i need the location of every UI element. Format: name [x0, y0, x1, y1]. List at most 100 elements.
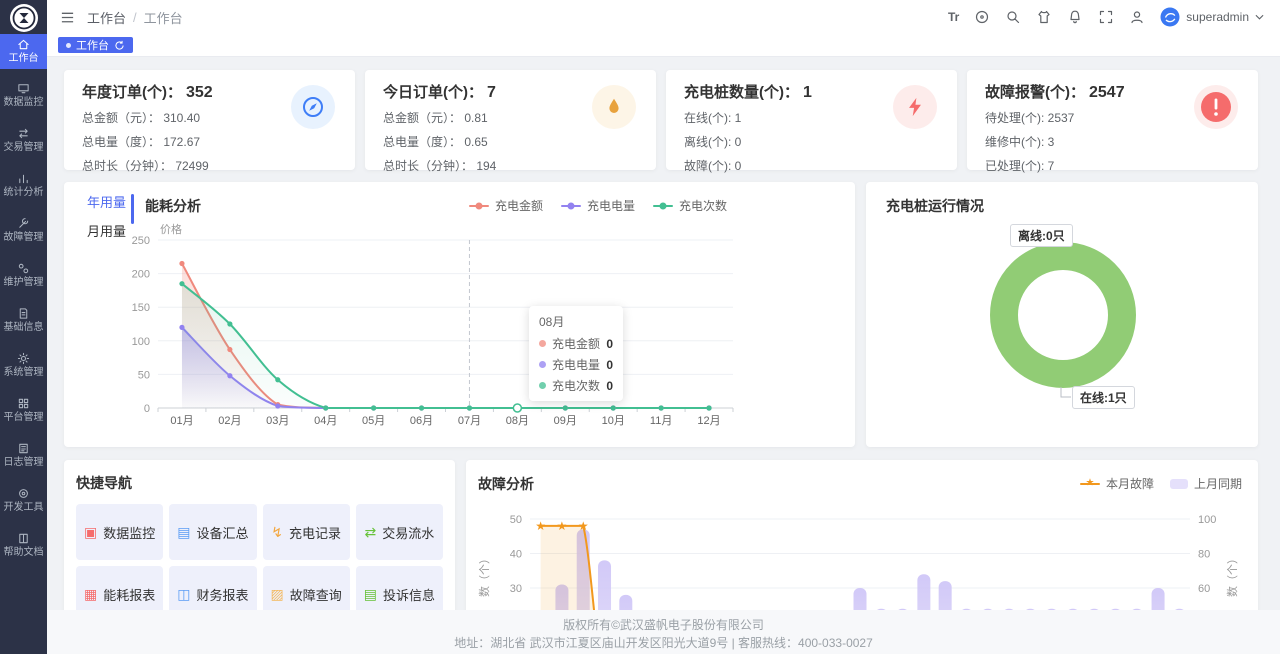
svg-text:数（个）: 数（个）	[1226, 553, 1239, 597]
tooltip-title: 08月	[539, 313, 613, 330]
sidebar: 工作台数据监控交易管理统计分析故障管理维护管理基础信息系统管理平台管理日志管理开…	[0, 0, 47, 654]
breadcrumb-item[interactable]: 工作台	[87, 8, 126, 27]
tooltip-row: 充电次数0	[539, 377, 613, 394]
sidebar-item-label: 平台管理	[4, 412, 44, 423]
breadcrumb-separator: /	[133, 10, 137, 25]
font-size-icon[interactable]: Tr	[948, 10, 959, 24]
stat-card-value: 2547	[1089, 84, 1125, 101]
quick-nav-data-monitor[interactable]: ▣ 数据监控	[76, 504, 163, 560]
legend-item[interactable]: 充电电量	[561, 197, 635, 214]
bolt-icon	[893, 85, 937, 129]
stat-card-row: 维修中(个): 3	[985, 133, 1240, 150]
sidebar-item-fault-mgmt[interactable]: 故障管理	[0, 212, 47, 249]
sidebar-item-maintenance-mgmt[interactable]: 维护管理	[0, 257, 47, 294]
stat-cards-row: 年度订单(个)：352总金额（元）： 310.40总电量（度）： 172.67总…	[64, 70, 1258, 170]
quick-nav-label: 数据监控	[103, 523, 155, 542]
chart-tooltip: 08月 充电金额0充电电量0充电次数0	[529, 306, 623, 401]
svg-text:05月: 05月	[362, 415, 385, 427]
sidebar-item-label: 基础信息	[4, 322, 44, 333]
svg-text:60: 60	[1198, 583, 1210, 595]
monitor-icon	[17, 82, 30, 95]
stat-card-value: 7	[487, 84, 496, 101]
svg-text:50: 50	[138, 369, 150, 381]
sidebar-item-label: 开发工具	[4, 502, 44, 513]
app-logo-icon	[9, 3, 39, 33]
sidebar-item-workbench[interactable]: 工作台	[0, 34, 47, 69]
quick-nav-device-summary[interactable]: ▤设备汇总	[169, 504, 256, 560]
svg-text:80: 80	[1198, 549, 1210, 561]
sidebar-item-label: 交易管理	[4, 142, 44, 153]
home-icon	[17, 38, 30, 51]
quick-nav-label: 故障查询	[290, 585, 342, 604]
quick-nav-trade-flow[interactable]: ⇄交易流水	[356, 504, 443, 560]
charge-records-icon: ↯	[271, 525, 283, 539]
sidebar-item-platform-mgmt[interactable]: 平台管理	[0, 392, 47, 429]
sidebar-item-label: 工作台	[9, 53, 39, 64]
menu-collapse-icon[interactable]	[60, 10, 75, 25]
compass-icon	[291, 85, 335, 129]
sidebar-item-stats-analysis[interactable]: 统计分析	[0, 167, 47, 204]
legend-item[interactable]: 充电次数	[653, 197, 727, 214]
sidebar-item-help-docs[interactable]: 帮助文档	[0, 527, 47, 564]
user-menu[interactable]: superadmin	[1160, 7, 1264, 27]
quick-nav-charge-records[interactable]: ↯ 充电记录	[263, 504, 350, 560]
quick-nav-label: 交易流水	[382, 523, 434, 542]
record-icon[interactable]	[974, 9, 990, 25]
data-monitor-icon: ▣	[84, 525, 97, 539]
quick-nav-label: 设备汇总	[196, 523, 248, 542]
tab-workbench[interactable]: 工作台	[58, 37, 133, 53]
sidebar-item-log-mgmt[interactable]: 日志管理	[0, 437, 47, 474]
sidebar-item-basic-info[interactable]: 基础信息	[0, 302, 47, 339]
alert-icon	[1194, 85, 1238, 129]
energy-analysis-card: 年用量月用量 能耗分析 充电金额充电电量充电次数 050100150200250…	[64, 182, 855, 447]
legend-item[interactable]: 充电金额	[469, 197, 543, 214]
fullscreen-icon[interactable]	[1098, 9, 1114, 25]
stat-card-value: 1	[803, 84, 812, 101]
tab-refresh-icon[interactable]	[114, 40, 125, 51]
energy-legend: 充电金额 充电电量 充电次数	[469, 197, 727, 214]
sidebar-item-system-mgmt[interactable]: 系统管理	[0, 347, 47, 384]
user-icon[interactable]	[1129, 9, 1145, 25]
copyright-line: 版权所有©武汉盛帆电子股份有限公司	[47, 616, 1280, 634]
svg-text:★: ★	[578, 519, 589, 533]
quick-nav-label: 投诉信息	[383, 585, 435, 604]
svg-text:250: 250	[132, 235, 150, 247]
energy-chart-title: 能耗分析	[145, 196, 201, 216]
svg-text:数（个）: 数（个）	[478, 553, 491, 597]
energy-tab-year[interactable]: 年用量	[64, 182, 130, 211]
energy-tab-month[interactable]: 月用量	[64, 211, 130, 240]
stat-card-today-orders: 今日订单(个)：7总金额（元）： 0.81总电量（度）： 0.65总时长（分钟）…	[365, 70, 656, 170]
svg-text:200: 200	[132, 269, 150, 281]
quick-nav-title: 快捷导航	[76, 473, 443, 493]
breadcrumb-item: 工作台	[144, 8, 183, 27]
sidebar-item-data-monitor[interactable]: 数据监控	[0, 77, 47, 114]
quick-nav-label: 充电记录	[289, 523, 341, 542]
tabbar: 工作台	[47, 34, 1280, 57]
header: 工作台 / 工作台 Tr superadmin	[47, 0, 1280, 34]
stats-icon	[17, 172, 30, 185]
svg-text:100: 100	[132, 336, 150, 348]
svg-text:150: 150	[132, 302, 150, 314]
energy-report-icon: ▦	[84, 587, 97, 601]
svg-text:50: 50	[510, 514, 522, 526]
footer: 版权所有©武汉盛帆电子股份有限公司 地址：湖北省 武汉市江夏区庙山开发区阳光大道…	[47, 610, 1280, 654]
sidebar-item-label: 维护管理	[4, 277, 44, 288]
theme-skin-icon[interactable]	[1036, 9, 1052, 25]
search-icon[interactable]	[1005, 9, 1021, 25]
pile-status-card: 充电桩运行情况 离线:0只 在线:1只	[866, 182, 1258, 447]
svg-text:100: 100	[1198, 514, 1216, 526]
grid-icon	[17, 397, 30, 410]
notification-bell-icon[interactable]	[1067, 9, 1083, 25]
stat-card-value: 352	[186, 84, 213, 101]
finance-report-icon: ◫	[177, 587, 190, 601]
address-line: 地址：湖北省 武汉市江夏区庙山开发区阳光大道9号 | 客服热线：400-033-…	[47, 634, 1280, 652]
tab-active-dot	[66, 43, 71, 48]
svg-text:30: 30	[510, 583, 522, 595]
stat-card-row: 总时长（分钟）： 194	[383, 157, 638, 174]
sidebar-item-transaction-mgmt[interactable]: 交易管理	[0, 122, 47, 159]
sidebar-item-dev-tools[interactable]: 开发工具	[0, 482, 47, 519]
svg-text:★: ★	[557, 519, 568, 533]
stat-card-row: 已处理(个): 7	[985, 157, 1240, 174]
cogs-icon	[17, 262, 30, 275]
exchange-icon	[17, 127, 30, 140]
